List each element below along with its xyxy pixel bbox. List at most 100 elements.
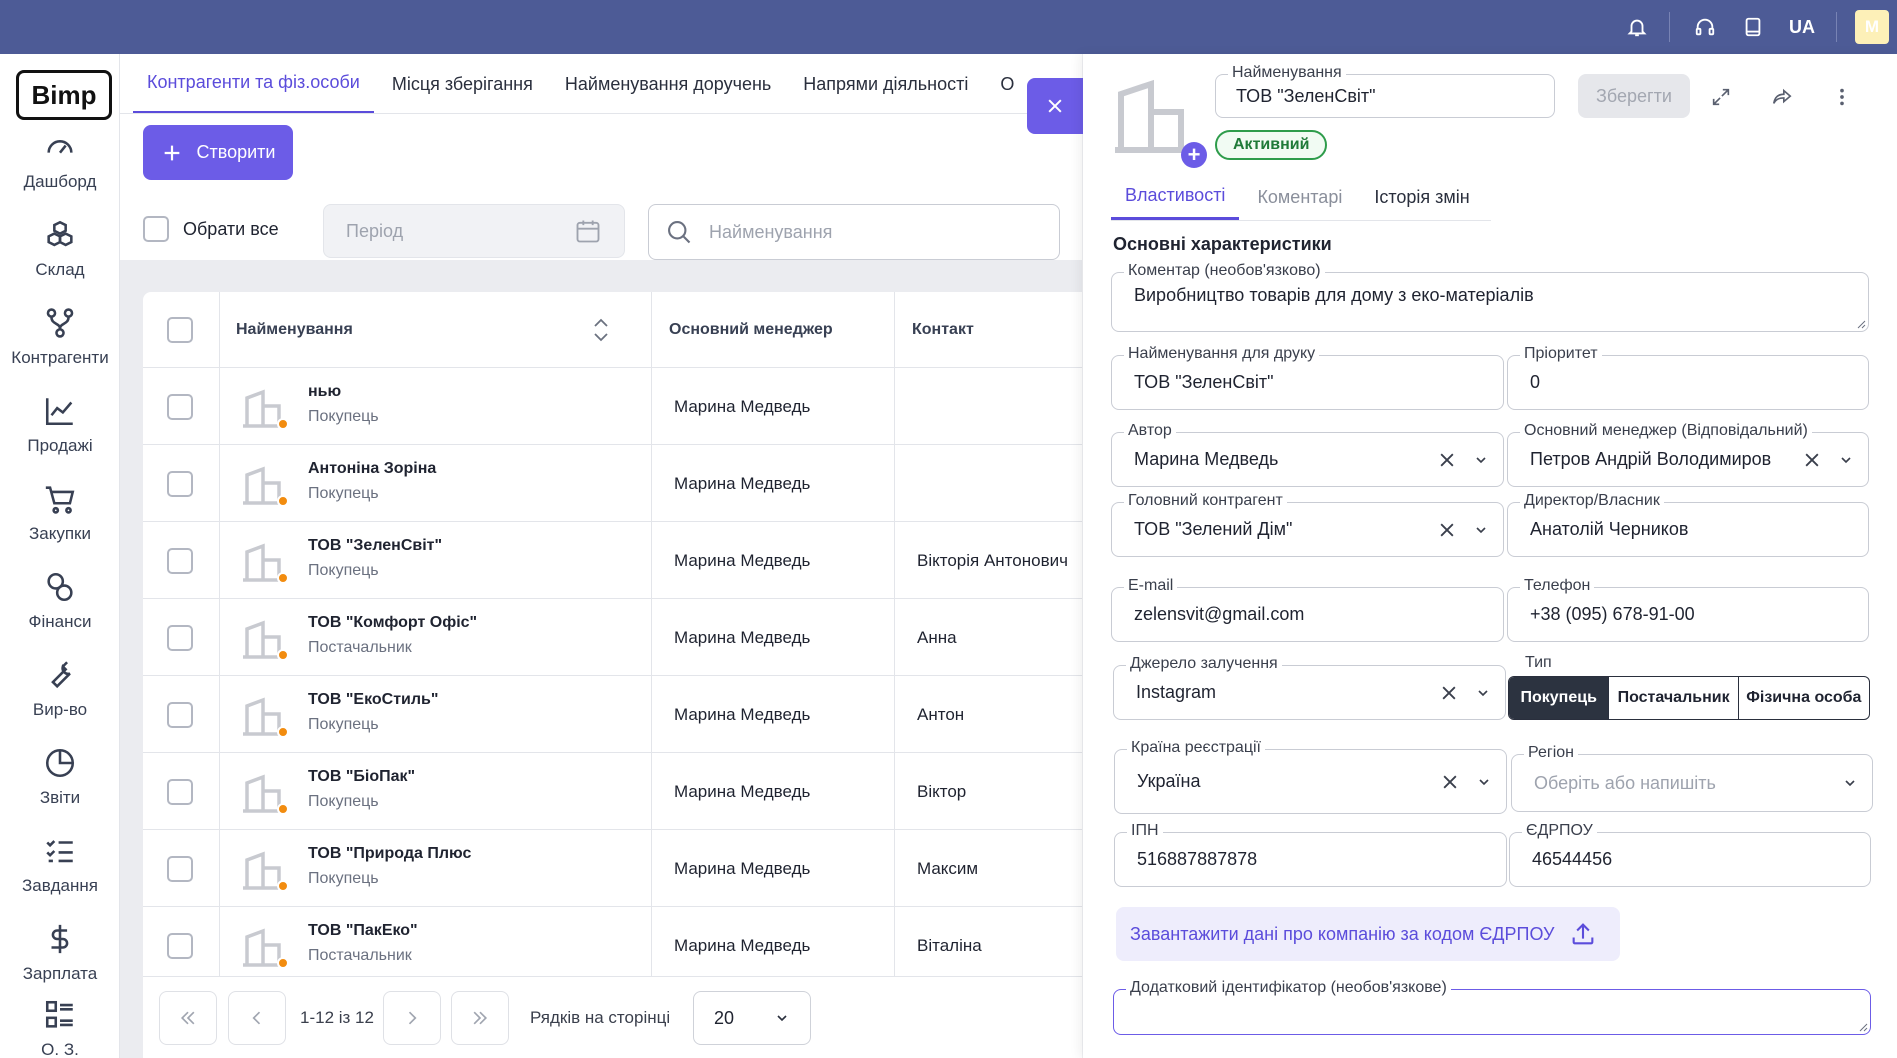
expand-icon[interactable] [1706, 82, 1736, 112]
country-select[interactable]: Країна реєстрації Україна [1114, 739, 1507, 814]
main-manager-select[interactable]: Основний менеджер (Відповідальний) Петро… [1507, 422, 1869, 487]
author-select[interactable]: Автор Марина Медведь [1111, 422, 1504, 487]
status-badge[interactable]: Активний [1215, 130, 1328, 160]
next-page-button[interactable] [383, 991, 441, 1045]
sidebar-item-dashboard[interactable]: Дашборд [0, 130, 120, 210]
sidebar-item-sales[interactable]: Продажі [0, 394, 120, 474]
sidebar-item-reports[interactable]: Звіти [0, 746, 120, 826]
load-by-edrpou-button[interactable]: Завантажити дані про компанію за кодом Є… [1116, 907, 1620, 961]
search-input[interactable]: Найменування [648, 204, 1060, 260]
header-checkbox[interactable] [167, 317, 193, 343]
sidebar-item-label: Закупки [29, 524, 91, 543]
tab-assignments[interactable]: Найменування доручень [551, 54, 785, 114]
resize-handle-icon[interactable] [1856, 319, 1866, 329]
tab-comments[interactable]: Коментарі [1243, 174, 1356, 220]
sidebar-item-warehouse[interactable]: Склад [0, 218, 120, 298]
parent-select[interactable]: Головний контрагент ТОВ "Зелений Дім" [1111, 492, 1504, 557]
more-icon[interactable] [1827, 82, 1857, 112]
chevron-down-icon[interactable] [1838, 452, 1854, 468]
headset-icon[interactable] [1688, 10, 1722, 44]
clear-icon[interactable] [1437, 450, 1457, 470]
column-header-manager[interactable]: Основний менеджер [669, 292, 833, 368]
email-field[interactable]: E-mail zelensvit@gmail.com [1111, 577, 1504, 642]
table-row[interactable]: ТОВ "ЕкоСтиль" Покупець Марина Медведь Анто… [143, 676, 1082, 753]
sidebar-item-tasks[interactable]: Завдання [0, 834, 120, 914]
sidebar-item-production[interactable]: Вир-во [0, 658, 120, 738]
column-header-name[interactable]: Найменування [236, 292, 353, 368]
chevron-down-icon[interactable] [1473, 452, 1489, 468]
select-all[interactable]: Обрати все [143, 216, 279, 242]
sidebar-item-counterparties[interactable]: Контрагенти [0, 306, 120, 386]
first-page-button[interactable] [159, 991, 217, 1045]
table-row[interactable]: ТОВ "Комфорт Офіс" Постачальник Марина Мед… [143, 599, 1082, 676]
prev-page-button[interactable] [228, 991, 286, 1045]
region-select[interactable]: Регіон Оберіть або напишіть [1511, 744, 1873, 812]
row-checkbox[interactable] [167, 778, 193, 805]
share-icon[interactable] [1767, 82, 1797, 112]
chevron-down-icon[interactable] [1475, 685, 1491, 701]
table-row[interactable]: Антоніна Зоріна Покупець Марина Медведь [143, 445, 1082, 522]
chevron-down-icon[interactable] [1476, 774, 1492, 790]
tab-storage[interactable]: Місця зберігання [378, 54, 547, 114]
director-field[interactable]: Директор/Власник Анатолій Черников [1507, 492, 1869, 557]
name-field[interactable]: Найменування ТОВ "ЗеленСвіт" [1215, 64, 1555, 118]
phone-field[interactable]: Телефон +38 (095) 678-91-00 [1507, 577, 1869, 642]
tab-properties[interactable]: Властивості [1111, 174, 1240, 220]
last-page-button[interactable] [451, 991, 509, 1045]
table-row[interactable]: нью Покупець Марина Медведь [143, 368, 1082, 445]
extra-id-field[interactable]: Додатковий ідентифікатор (необов'язкове) [1113, 979, 1871, 1035]
type-option-supplier[interactable]: Постачальник [1608, 677, 1737, 719]
priority-field[interactable]: Пріоритет 0 [1507, 345, 1869, 410]
clear-icon[interactable] [1440, 772, 1460, 792]
ipn-field[interactable]: ІПН 516887887878 [1114, 822, 1507, 887]
language-switch[interactable]: UA [1782, 10, 1822, 44]
type-option-individual[interactable]: Фізична особа [1737, 677, 1869, 719]
row-checkbox[interactable] [167, 624, 193, 651]
row-type: Покупець [308, 716, 379, 733]
sidebar-item-finance[interactable]: Фінанси [0, 570, 120, 650]
print-name-field[interactable]: Найменування для друку ТОВ "ЗеленСвіт" [1111, 345, 1504, 410]
type-option-buyer[interactable]: Покупець [1509, 677, 1609, 719]
tab-counterparties[interactable]: Контрагенти та фіз.особи [133, 54, 374, 114]
tab-more[interactable]: О [986, 54, 1028, 114]
rows-per-page-select[interactable]: 20 [693, 991, 811, 1045]
save-button[interactable]: Зберегти [1578, 74, 1690, 118]
tab-history[interactable]: Історія змін [1360, 174, 1483, 220]
sort-icon[interactable] [592, 292, 610, 368]
sidebar-item-purchases[interactable]: Закупки [0, 482, 120, 562]
chevron-down-icon[interactable] [1842, 775, 1858, 791]
row-checkbox[interactable] [167, 470, 193, 497]
company-image-placeholder[interactable] [1111, 72, 1191, 154]
add-image-button[interactable]: + [1181, 142, 1207, 168]
table-row[interactable]: ТОВ "ПакЕко" Постачальник Марина Медведь Ві… [143, 907, 1082, 976]
clear-icon[interactable] [1437, 520, 1457, 540]
tab-activities[interactable]: Напрями діяльності [789, 54, 982, 114]
row-checkbox[interactable] [167, 932, 193, 959]
period-input[interactable]: Період [323, 204, 625, 258]
row-checkbox[interactable] [167, 701, 193, 728]
bell-icon[interactable] [1620, 10, 1654, 44]
clear-icon[interactable] [1439, 683, 1459, 703]
sidebar-item-salary[interactable]: Зарплата [0, 922, 120, 1002]
create-button[interactable]: Створити [143, 125, 293, 180]
table-row[interactable]: ТОВ "Природа Плюс Покупець Марина Медведь М… [143, 830, 1082, 907]
chevron-down-icon[interactable] [1473, 522, 1489, 538]
close-panel-button[interactable] [1027, 78, 1083, 134]
calendar-icon[interactable] [574, 217, 602, 245]
row-checkbox[interactable] [167, 547, 193, 574]
comment-field[interactable]: Коментар (необов'язково) Виробництво тов… [1111, 262, 1869, 332]
source-select[interactable]: Джерело залучення Instagram [1113, 655, 1506, 720]
column-header-contact[interactable]: Контакт [912, 292, 974, 368]
book-icon[interactable] [1736, 10, 1770, 44]
edrpou-field[interactable]: ЄДРПОУ 46544456 [1509, 822, 1871, 887]
row-checkbox[interactable] [167, 855, 193, 882]
app-logo[interactable]: Bimp [16, 70, 112, 120]
select-all-checkbox[interactable] [143, 216, 169, 242]
avatar[interactable]: M [1855, 10, 1889, 44]
table-row[interactable]: ТОВ "БіоПак" Покупець Марина Медведь Віктор [143, 753, 1082, 830]
resize-handle-icon[interactable] [1858, 1022, 1868, 1032]
sidebar-item-assets[interactable]: О. З. [0, 998, 120, 1058]
clear-icon[interactable] [1802, 450, 1822, 470]
table-row[interactable]: ТОВ "ЗеленСвіт" Покупець Марина Медведь Вік… [143, 522, 1082, 599]
row-checkbox[interactable] [167, 393, 193, 420]
